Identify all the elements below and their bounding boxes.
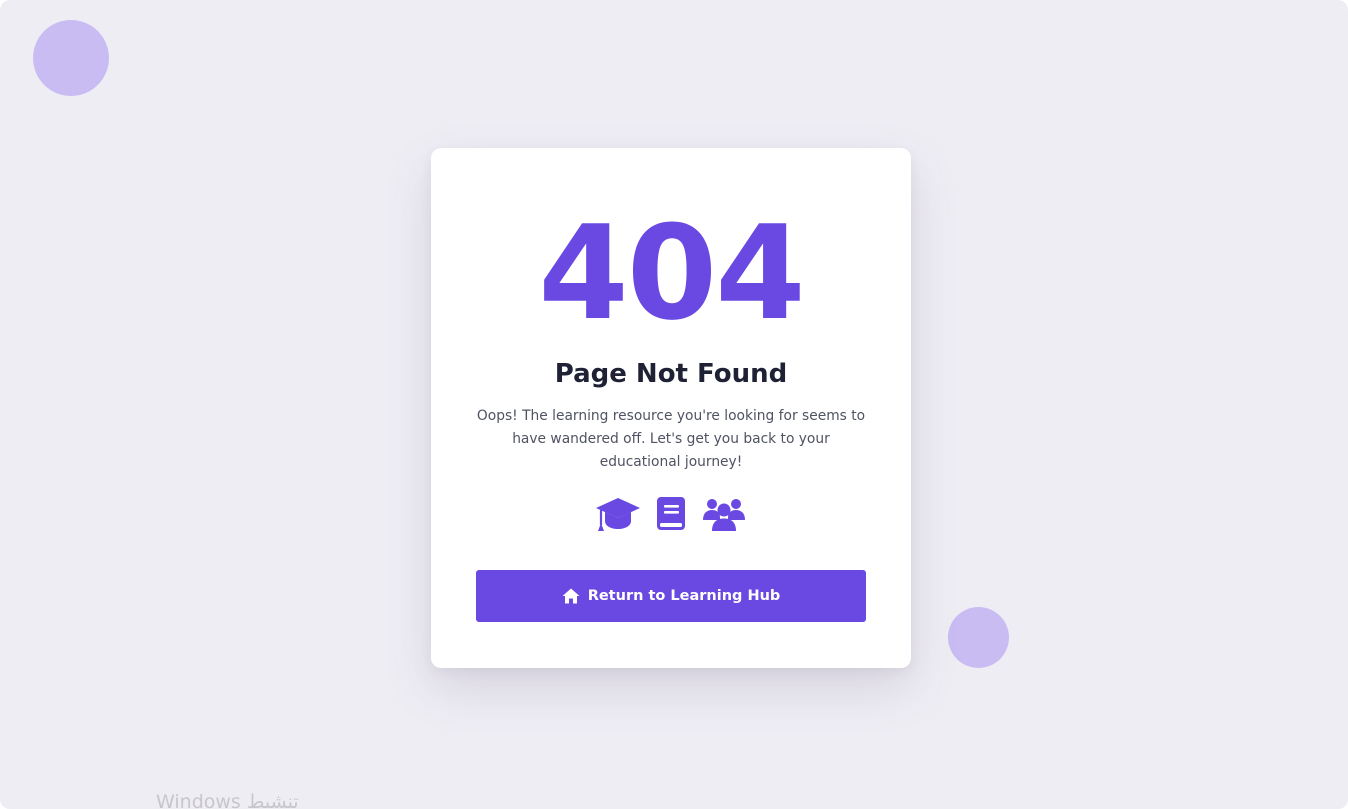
users-icon: [701, 495, 747, 537]
error-code: 404: [538, 197, 805, 349]
icon-row: [431, 493, 911, 538]
error-message: Oops! The learning resource you're looki…: [476, 408, 866, 470]
page-background: 404 Page Not Found Oops! The learning re…: [0, 0, 1348, 809]
home-icon: [562, 588, 580, 604]
graduation-cap-icon: [595, 495, 641, 537]
page-title: Page Not Found: [554, 359, 788, 389]
error-card: 404 Page Not Found Oops! The learning re…: [431, 148, 911, 668]
button-label: Return to Learning Hub: [587, 588, 781, 604]
return-to-learning-hub-button[interactable]: Return to Learning Hub: [476, 570, 866, 622]
decorative-circle-bottom-right: [948, 607, 1009, 668]
windows-activation-watermark: Windows تنشيط: [156, 791, 299, 809]
decorative-circle-top-left: [33, 20, 109, 96]
book-icon: [655, 495, 687, 537]
